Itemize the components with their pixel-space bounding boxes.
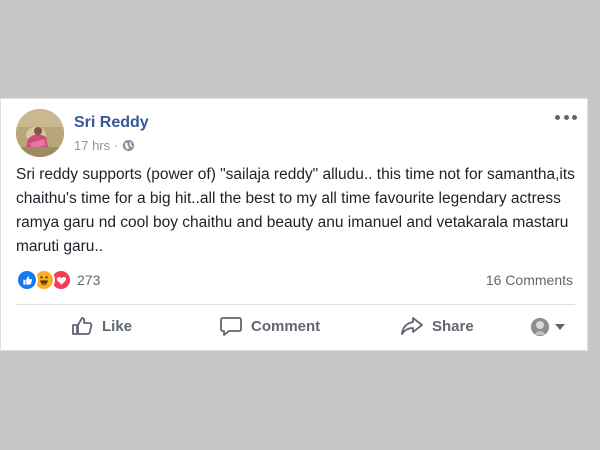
more-options-button[interactable] <box>555 111 577 123</box>
reactions-summary[interactable]: 273 <box>16 269 100 291</box>
mini-avatar <box>531 318 549 336</box>
like-icon <box>16 269 38 291</box>
post-actions-bar: Like Comment Share <box>1 310 587 346</box>
more-dot-icon <box>563 114 569 120</box>
thumbs-up-icon <box>72 317 93 335</box>
post-meta: 17 hrs · <box>74 138 135 153</box>
comment-button[interactable]: Comment <box>220 316 320 336</box>
post-timestamp[interactable]: 17 hrs <box>74 138 110 153</box>
globe-icon[interactable] <box>122 139 135 152</box>
author-name[interactable]: Sri Reddy <box>74 114 149 132</box>
facebook-post: Sri Reddy 17 hrs · Sri reddy supports (p… <box>0 98 588 351</box>
like-label: Like <box>102 317 133 335</box>
chevron-down-icon <box>555 324 565 330</box>
share-arrow-icon <box>401 317 423 335</box>
avatar-photo <box>16 109 64 157</box>
comment-icon <box>220 317 242 336</box>
share-label: Share <box>432 317 474 335</box>
actions-divider <box>16 304 575 305</box>
more-dot-icon <box>555 114 560 120</box>
post-text: Sri reddy supports (power of) "sailaja r… <box>16 166 575 255</box>
comment-label: Comment <box>251 317 321 335</box>
more-dot-icon <box>572 114 577 120</box>
comments-count-link[interactable]: 16 Comments <box>486 272 573 288</box>
meta-separator: · <box>114 138 119 153</box>
share-button[interactable]: Share <box>401 316 474 336</box>
reaction-identity-selector[interactable] <box>531 318 565 336</box>
author-avatar[interactable] <box>16 109 64 157</box>
like-button[interactable]: Like <box>71 316 132 336</box>
reaction-count: 273 <box>77 272 101 288</box>
